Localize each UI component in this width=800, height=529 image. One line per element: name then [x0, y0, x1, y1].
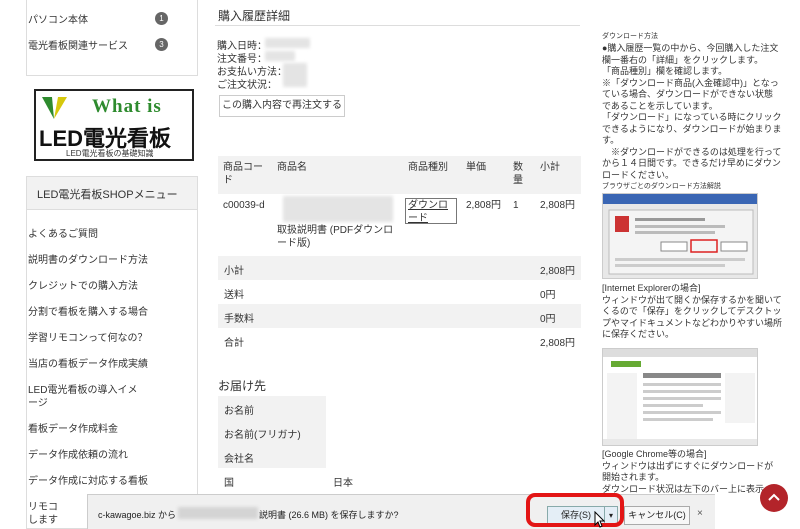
summary-label: 合計	[224, 338, 244, 349]
menu-item-faq[interactable]: よくあるご質問	[28, 228, 168, 241]
summary-label: 送料	[224, 290, 244, 301]
main-content: 購入履歴詳細 購入日時： 注文番号： お支払い方法： ご注文状況： この購入内容…	[215, 0, 585, 529]
menu-item-pricing[interactable]: 看板データ作成料金	[28, 423, 168, 436]
shipping-row-name: お名前	[218, 396, 326, 421]
back-to-top-button[interactable]	[760, 484, 788, 512]
shipping-country-value: 日本	[333, 478, 353, 489]
redacted-filename	[178, 507, 258, 519]
shipping-label: お名前(フリガナ)	[224, 430, 301, 441]
shipping-section-title: お届け先	[218, 379, 267, 393]
close-icon[interactable]: ×	[697, 508, 703, 519]
category-item-pc[interactable]: パソコン本体 1	[28, 11, 168, 27]
menu-item-installment[interactable]: 分割で看板を購入する場合	[28, 306, 168, 319]
summary-value: 0円	[540, 314, 556, 325]
redacted-value	[265, 51, 295, 61]
title-divider	[215, 25, 580, 26]
col-header-qty: 数量	[513, 162, 523, 186]
leaf-logo-icon	[42, 97, 67, 119]
menu-item-supported-signs[interactable]: データ作成に対応する看板	[28, 475, 168, 488]
redacted-product-name	[283, 196, 393, 222]
shipping-label: 国	[224, 478, 234, 489]
ie-instructions: [Internet Explorerの場合] ウィンドウが出て開くか保存するかを…	[602, 283, 783, 339]
order-status-label: ご注文状況：	[217, 80, 277, 91]
summary-row-subtotal: 小計 2,808円	[218, 256, 581, 280]
chrome-page-screenshot	[602, 348, 758, 446]
browser-guide-caption: ブラウザごとのダウンロード方法解説	[602, 183, 721, 190]
download-instructions: ●購入履歴一覧の中から、今回購入した注文欄一番右の「詳細」をクリックします。 「…	[602, 43, 782, 180]
col-header-code: 商品コード	[223, 162, 263, 186]
summary-label: 手数料	[224, 314, 254, 325]
summary-row-total: 合計 2,808円	[218, 328, 581, 352]
category-label[interactable]: パソコン本体	[28, 15, 88, 26]
ie-dialog-illustration	[603, 194, 757, 275]
category-item-services[interactable]: 電光看板関連サービス 3	[28, 37, 168, 53]
mouse-cursor-icon	[594, 511, 606, 528]
menu-item-credit[interactable]: クレジットでの購入方法	[28, 280, 168, 293]
summary-row-fee: 手数料 0円	[218, 304, 581, 328]
menu-item-introduction[interactable]: LED電光看板の導入イメージ	[28, 384, 146, 410]
product-name: 取扱説明書 (PDFダウンロード版)	[277, 225, 394, 249]
shipping-row-country: 国	[218, 468, 326, 493]
summary-value: 2,808円	[540, 266, 576, 277]
menu-item-remote[interactable]: 学習リモコンって何なの？	[28, 332, 168, 345]
ie-dialog-screenshot	[602, 193, 758, 279]
col-header-price: 単価	[466, 162, 486, 173]
led-sign-logo-banner[interactable]: What is LED電光看板 LED電光看板の基礎知識	[34, 89, 194, 161]
menu-item-manual-download[interactable]: 説明書のダウンロード方法	[28, 254, 168, 267]
download-site: c-kawagoe.biz から	[98, 510, 177, 520]
shipping-label: お名前	[224, 406, 254, 417]
shop-menu-title: LED電光看板SHOPメニュー	[27, 177, 197, 210]
category-count-badge: 3	[155, 38, 168, 51]
chrome-page-illustration	[603, 349, 757, 445]
col-header-subtotal: 小計	[540, 162, 560, 173]
save-button-highlight	[526, 493, 624, 527]
download-message: 説明書 (26.6 MB) を保存しますか?	[259, 510, 399, 520]
page-title: 購入履歴詳細	[218, 9, 291, 23]
product-qty: 1	[513, 200, 519, 211]
cancel-button[interactable]: キャンセル(C)	[624, 506, 690, 525]
download-method-title: ダウンロード方法	[602, 33, 658, 40]
summary-value: 0円	[540, 290, 556, 301]
logo-subtitle: LED電光看板の基礎知識	[66, 149, 154, 158]
right-sidebar: ダウンロード方法 ●購入履歴一覧の中から、今回購入した注文欄一番右の「詳細」をク…	[600, 0, 800, 529]
shipping-row-company: 会社名	[218, 444, 326, 469]
logo-title-en: What is	[92, 96, 162, 117]
category-label[interactable]: 電光看板関連サービス	[28, 41, 128, 52]
redacted-value	[265, 38, 310, 48]
summary-label: 小計	[224, 266, 244, 277]
chrome-instructions: [Google Chrome等の場合] ウィンドウは出ずにすぐにダウンロードが開…	[602, 449, 774, 494]
reorder-button[interactable]: この購入内容で再注文する	[219, 95, 345, 117]
shipping-label: 会社名	[224, 454, 254, 465]
order-table-header	[218, 156, 581, 194]
product-price: 2,808円	[466, 200, 502, 211]
left-sidebar: パソコン本体 1 電光看板関連サービス 3 What is LED電光看板 LE…	[0, 0, 200, 529]
summary-row-shipping: 送料 0円	[218, 280, 581, 304]
col-header-type: 商品種別	[408, 162, 448, 173]
menu-item-results[interactable]: 当店の看板データ作成実績	[28, 358, 168, 371]
shipping-row-kana: お名前(フリガナ)	[218, 420, 326, 445]
menu-item-flow[interactable]: データ作成依頼の流れ	[28, 449, 168, 462]
col-header-name: 商品名	[277, 162, 307, 173]
product-code: c00039-d	[223, 200, 265, 211]
product-subtotal: 2,808円	[540, 200, 576, 211]
chevron-up-icon	[768, 493, 780, 501]
category-count-badge: 1	[155, 12, 168, 25]
summary-value: 2,808円	[540, 338, 576, 349]
download-link[interactable]: ダウンロード	[405, 198, 457, 224]
redacted-value	[283, 63, 307, 87]
